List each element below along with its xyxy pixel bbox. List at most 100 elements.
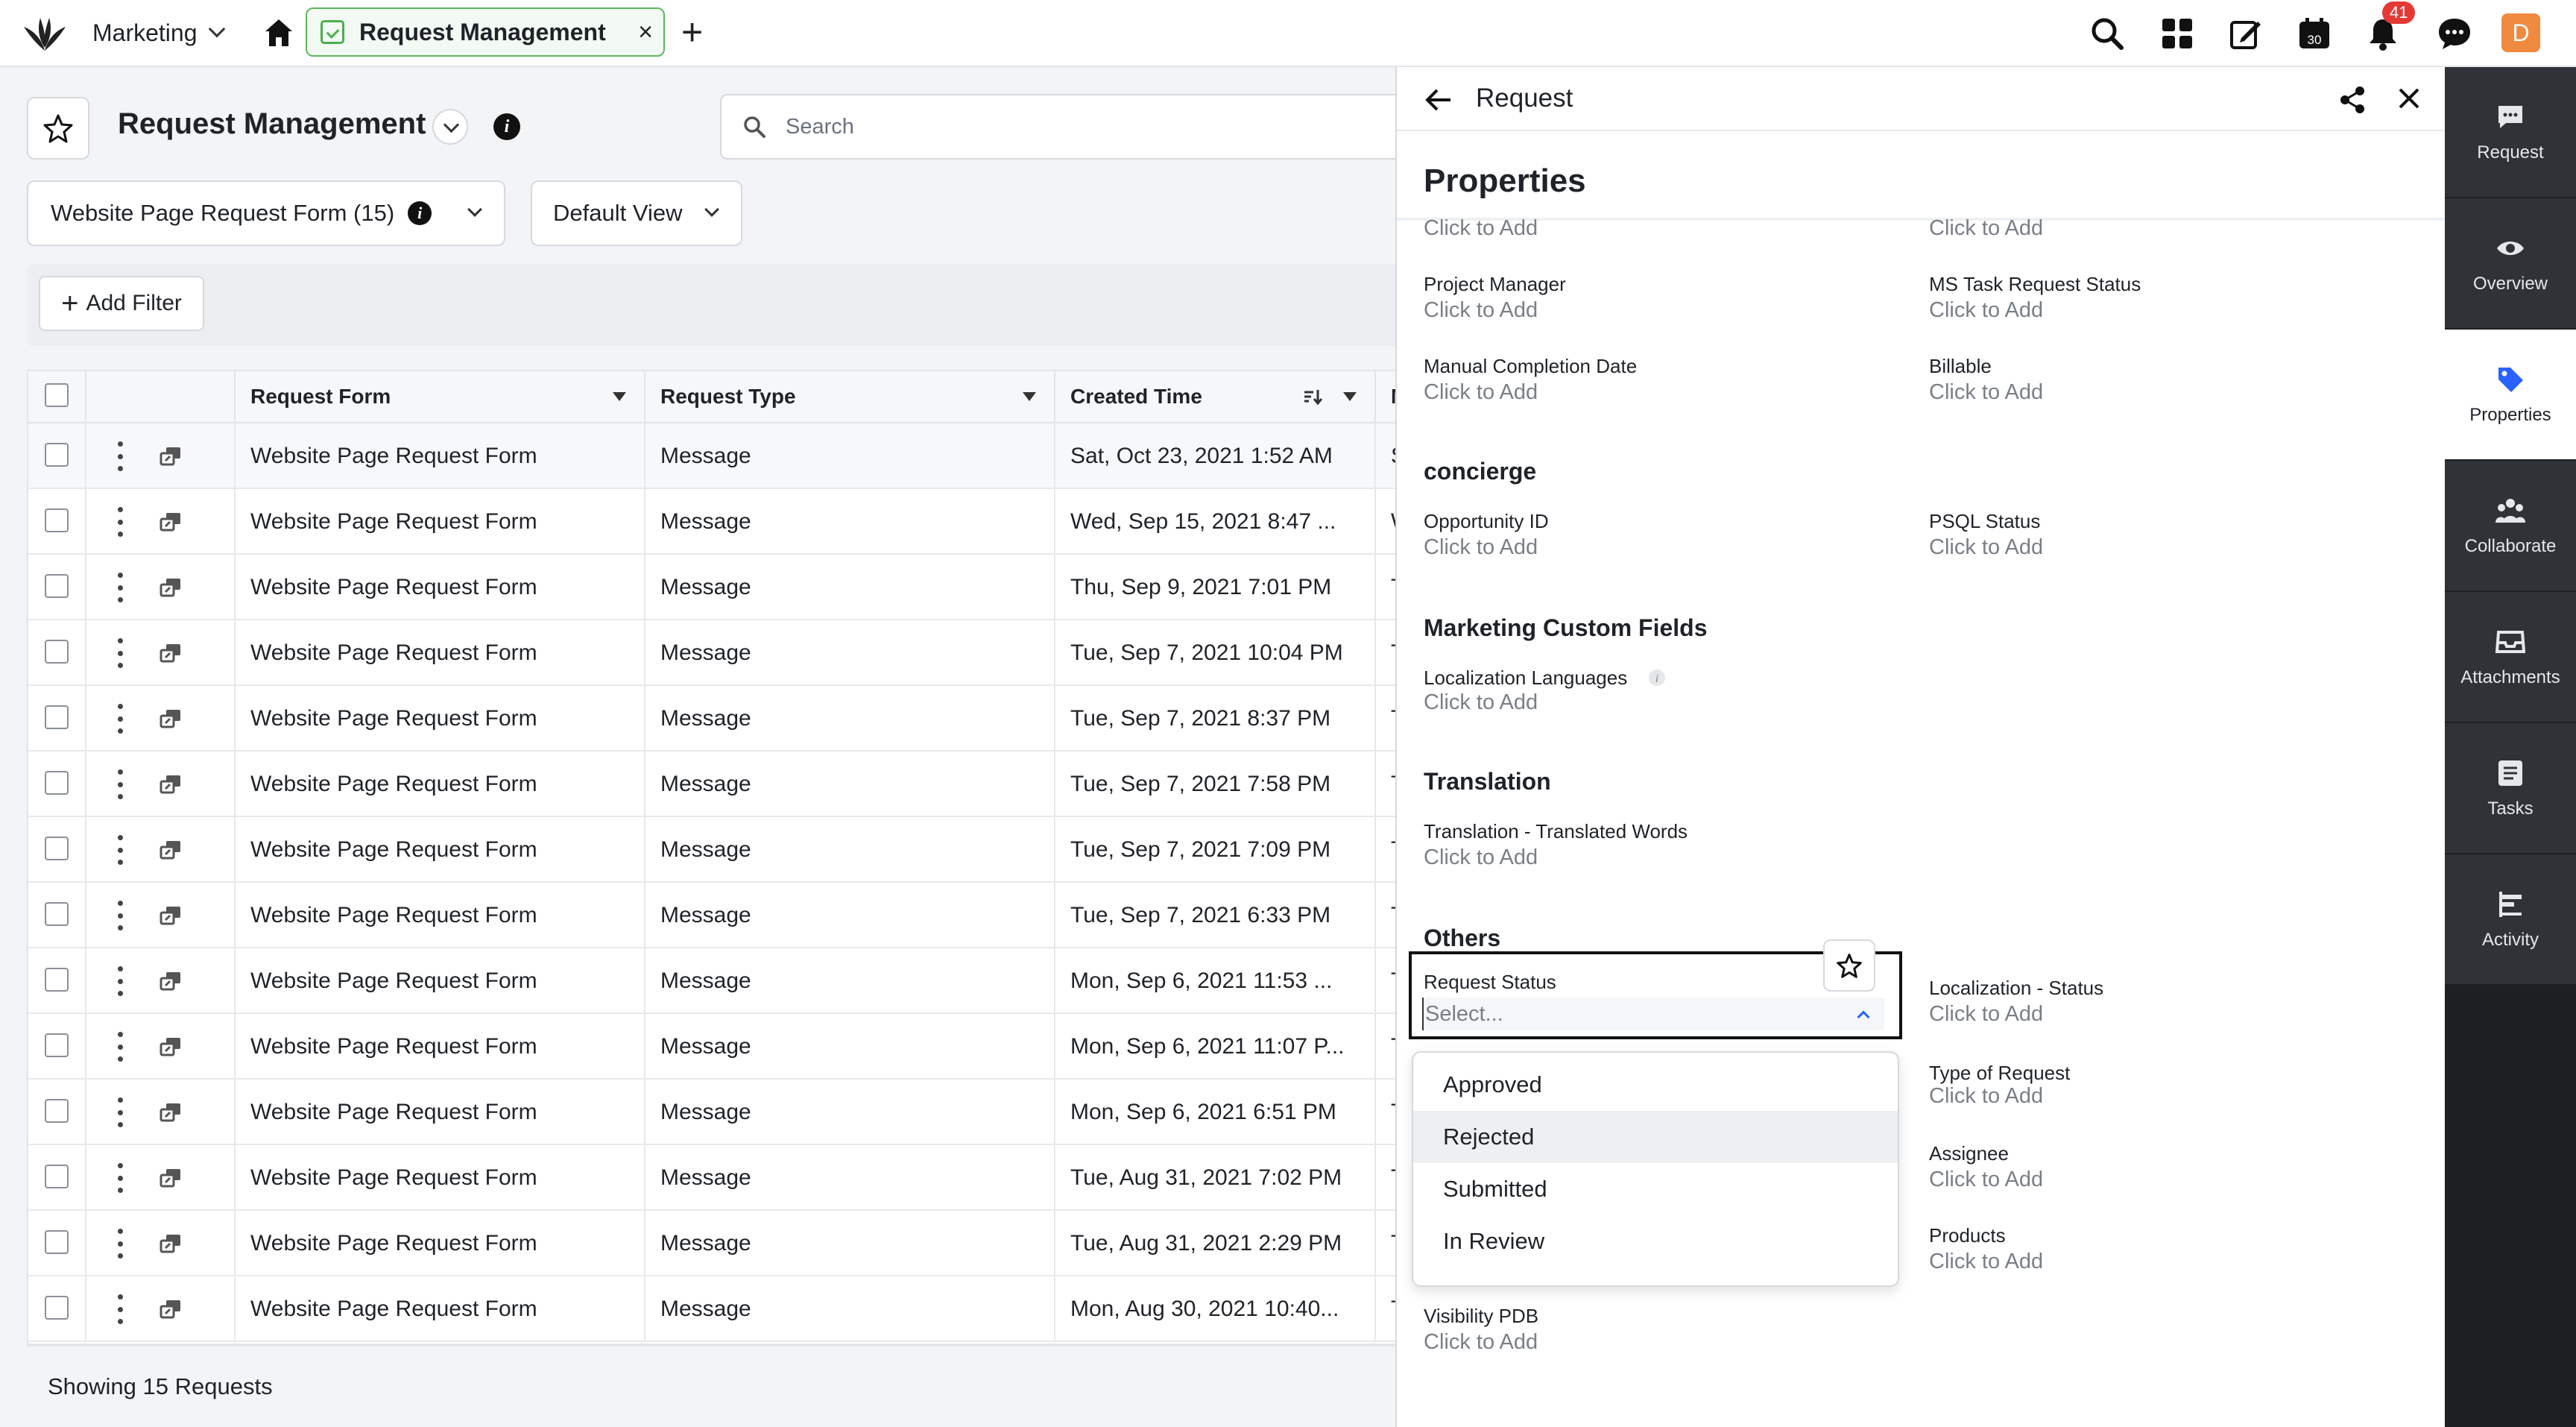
view-selector-dropdown[interactable]: Default View (531, 180, 742, 246)
more-options-icon[interactable] (116, 769, 124, 799)
filter-caret-icon[interactable] (1023, 392, 1036, 401)
table-row[interactable]: Website Page Request Form Message Wed, Sep… (28, 489, 1400, 555)
open-preview-icon[interactable] (160, 708, 182, 729)
field-value[interactable]: Click to Add (1929, 298, 2043, 323)
rail-item-overview[interactable]: Overview (2445, 198, 2576, 330)
row-checkbox[interactable] (45, 640, 69, 664)
column-header-request-type[interactable]: Request Type (645, 371, 1055, 422)
user-avatar[interactable]: D (2501, 13, 2540, 52)
field-value[interactable]: Click to Add (1424, 535, 1538, 560)
more-options-icon[interactable] (116, 441, 124, 471)
table-row[interactable]: Website Page Request Form Message Mon, Aug… (28, 1276, 1400, 1342)
form-selector-dropdown[interactable]: Website Page Request Form (15) i (27, 180, 505, 246)
search-icon[interactable] (2089, 15, 2126, 52)
more-options-icon[interactable] (116, 1163, 124, 1193)
field-value[interactable]: Click to Add (1929, 1168, 2043, 1192)
more-options-icon[interactable] (116, 835, 124, 865)
open-preview-icon[interactable] (160, 1102, 182, 1123)
field-value[interactable]: Click to Add (1424, 380, 1538, 405)
field-value[interactable]: Click to Add (1424, 216, 1538, 241)
add-filter-button[interactable]: + Add Filter (39, 276, 204, 331)
row-checkbox[interactable] (45, 837, 69, 860)
table-row[interactable]: Website Page Request Form Message Thu, Sep… (28, 555, 1400, 620)
row-checkbox[interactable] (45, 705, 69, 729)
back-arrow-icon[interactable] (1424, 85, 1453, 115)
app-logo-icon[interactable] (22, 13, 67, 54)
compose-icon[interactable] (2227, 15, 2264, 52)
row-checkbox[interactable] (45, 1033, 69, 1057)
chat-icon[interactable] (2436, 15, 2473, 52)
table-row[interactable]: Website Page Request Form Message Mon, Sep… (28, 1080, 1400, 1145)
workspace-selector[interactable]: Marketing (92, 0, 225, 66)
title-dropdown-button[interactable] (432, 109, 468, 145)
row-checkbox[interactable] (45, 508, 69, 532)
more-options-icon[interactable] (116, 966, 124, 996)
field-value[interactable]: Click to Add (1424, 298, 1538, 323)
favorite-button[interactable] (27, 97, 89, 160)
open-preview-icon[interactable] (160, 643, 182, 664)
field-value[interactable]: Click to Add (1424, 1330, 1538, 1355)
open-preview-icon[interactable] (160, 774, 182, 795)
filter-caret-icon[interactable] (613, 392, 626, 401)
field-value[interactable]: Click to Add (1929, 1250, 2043, 1274)
open-preview-icon[interactable] (160, 1233, 182, 1254)
field-value[interactable]: Click to Add (1929, 1002, 2043, 1027)
row-checkbox[interactable] (45, 1296, 69, 1320)
sort-icon[interactable] (1303, 388, 1322, 406)
open-preview-icon[interactable] (160, 1036, 182, 1057)
open-preview-icon[interactable] (160, 905, 182, 926)
more-options-icon[interactable] (116, 704, 124, 734)
open-preview-icon[interactable] (160, 1168, 182, 1188)
info-icon[interactable]: i (493, 113, 520, 140)
field-value[interactable]: Click to Add (1929, 216, 2043, 241)
more-options-icon[interactable] (116, 1032, 124, 1062)
close-tab-icon[interactable]: × (638, 19, 653, 45)
option-in-review[interactable]: In Review (1413, 1215, 1898, 1267)
apps-grid-icon[interactable] (2159, 15, 2196, 52)
row-checkbox[interactable] (45, 1230, 69, 1254)
pin-field-button[interactable] (1823, 939, 1875, 992)
table-row[interactable]: Website Page Request Form Message Tue, Sep… (28, 686, 1400, 752)
calendar-icon[interactable]: 30 (2296, 15, 2333, 52)
row-checkbox[interactable] (45, 968, 69, 992)
option-rejected[interactable]: Rejected (1413, 1111, 1898, 1163)
open-preview-icon[interactable] (160, 511, 182, 532)
open-preview-icon[interactable] (160, 971, 182, 992)
table-row[interactable]: Website Page Request Form Message Tue, Aug… (28, 1145, 1400, 1211)
rail-item-properties[interactable]: Properties (2445, 330, 2576, 461)
field-value[interactable]: Click to Add (1929, 535, 2043, 560)
row-checkbox[interactable] (45, 902, 69, 926)
select-all-checkbox[interactable] (45, 383, 69, 407)
more-options-icon[interactable] (116, 638, 124, 668)
more-options-icon[interactable] (116, 573, 124, 602)
search-input[interactable]: Search (720, 94, 1421, 160)
table-row[interactable]: Website Page Request Form Message Tue, Aug… (28, 1211, 1400, 1276)
field-value[interactable]: Click to Add (1424, 845, 1538, 870)
rail-item-collaborate[interactable]: Collaborate (2445, 461, 2576, 592)
share-icon[interactable] (2337, 85, 2367, 115)
column-header-created-time[interactable]: Created Time (1055, 371, 1376, 422)
open-preview-icon[interactable] (160, 1299, 182, 1320)
option-submitted[interactable]: Submitted (1413, 1163, 1898, 1215)
open-preview-icon[interactable] (160, 577, 182, 598)
row-checkbox[interactable] (45, 443, 69, 467)
close-icon[interactable] (2394, 84, 2424, 113)
rail-item-attachments[interactable]: Attachments (2445, 592, 2576, 723)
more-options-icon[interactable] (116, 1229, 124, 1259)
row-checkbox[interactable] (45, 771, 69, 795)
row-checkbox[interactable] (45, 1165, 69, 1188)
tab-request-management[interactable]: Request Management × (306, 7, 665, 57)
info-icon[interactable]: i (1647, 668, 1667, 687)
filter-caret-icon[interactable] (1343, 392, 1357, 401)
more-options-icon[interactable] (116, 1097, 124, 1127)
rail-item-request[interactable]: Request (2445, 67, 2576, 198)
column-header-request-form[interactable]: Request Form (236, 371, 645, 422)
more-options-icon[interactable] (116, 901, 124, 930)
table-row[interactable]: Website Page Request Form Message Mon, Sep… (28, 948, 1400, 1014)
open-preview-icon[interactable] (160, 446, 182, 467)
option-approved[interactable]: Approved (1413, 1059, 1898, 1111)
table-row[interactable]: Website Page Request Form Message Sat, Oct… (28, 423, 1400, 489)
info-icon[interactable]: i (408, 201, 432, 225)
field-value[interactable]: Click to Add (1929, 380, 2043, 405)
open-preview-icon[interactable] (160, 839, 182, 860)
